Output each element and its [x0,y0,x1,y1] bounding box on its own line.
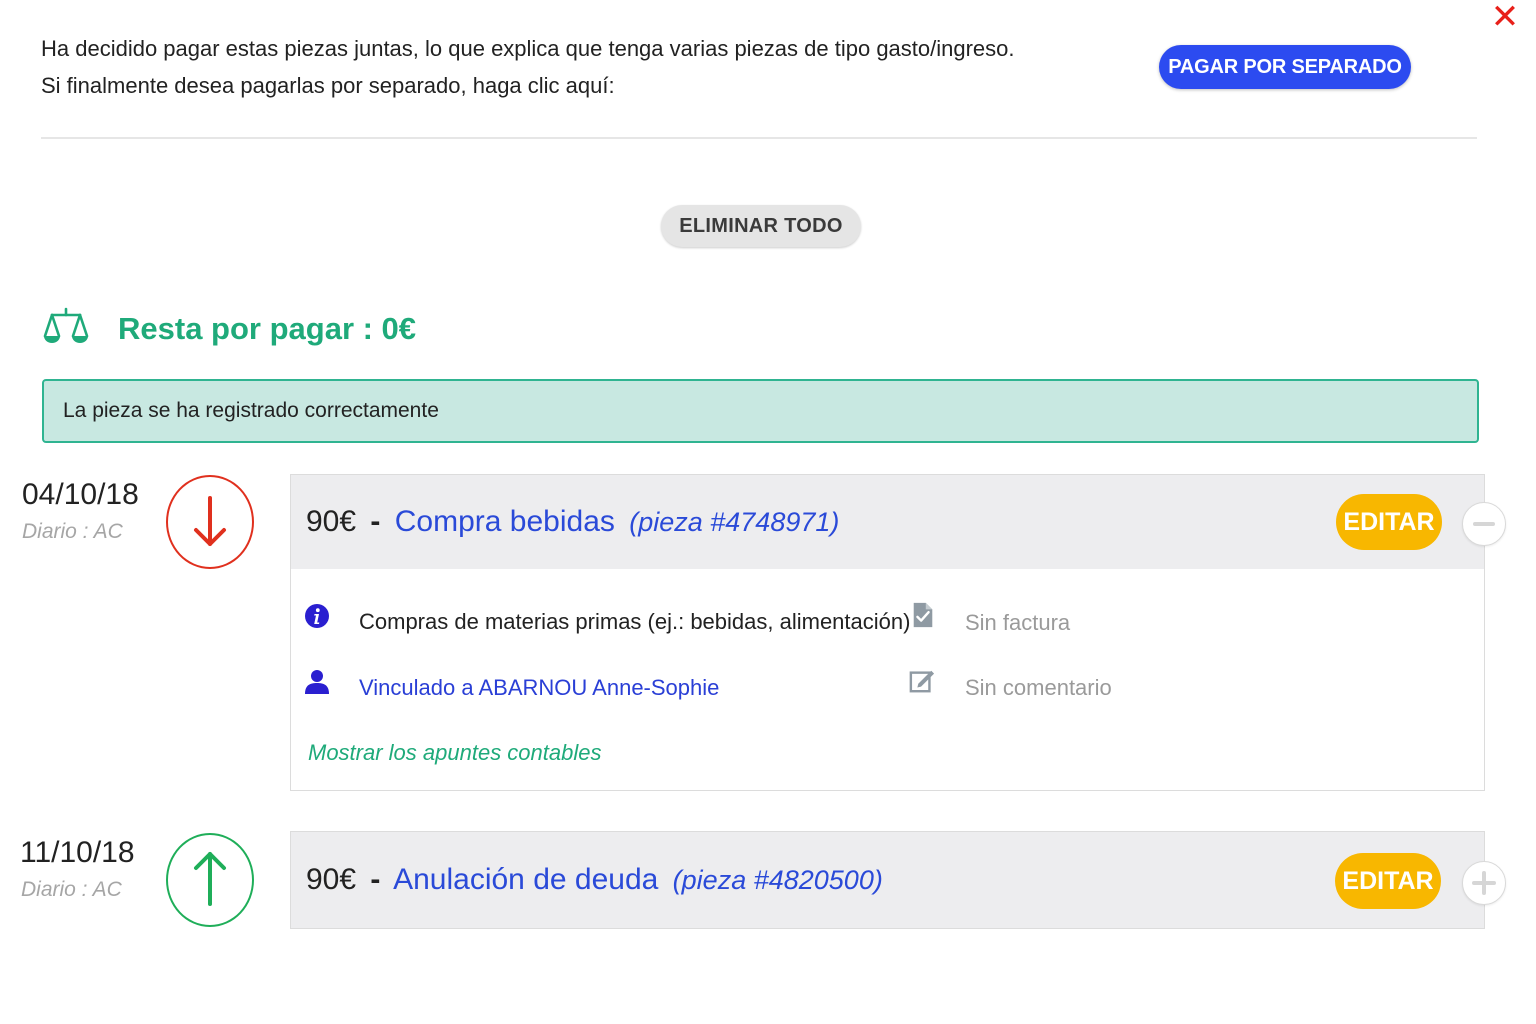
entry-date: 04/10/18 [22,478,139,511]
show-accounting-entries-link[interactable]: Mostrar los apuntes contables [308,740,602,766]
entry-ref[interactable]: (pieza #4820500) [673,865,883,895]
entry-ref[interactable]: (pieza #4748971) [629,507,839,537]
linked-person-link[interactable]: Vinculado a ABARNOU Anne-Sophie [359,675,719,701]
joint-payment-notice: Ha decidido pagar estas piezas juntas, l… [41,30,1121,104]
entry-date: 11/10/18 [20,836,135,869]
arrow-up-icon [194,852,226,906]
arrow-down-icon [194,496,226,546]
close-icon[interactable]: ✕ [1488,0,1522,34]
entry-category: Compras de materias primas (ej.: bebidas… [359,609,911,634]
collapse-button[interactable] [1462,502,1506,546]
direction-indicator [166,833,254,927]
balance-scale-icon [43,307,89,343]
entry-title: 90€ - Compra bebidas (pieza #4748971) [306,505,839,539]
delete-all-button[interactable]: ELIMINAR TODO [661,205,861,247]
entry-title: 90€ - Anulación de deuda (pieza #4820500… [306,863,883,897]
comment-edit-icon [909,670,935,693]
remaining-to-pay: Resta por pagar : 0€ [118,311,417,346]
edit-button[interactable]: EDITAR [1335,853,1441,909]
edit-button[interactable]: EDITAR [1336,494,1442,550]
entry-amount: 90€ [306,863,357,896]
plus-icon [1472,871,1496,895]
entry-journal: Diario : AC [22,520,123,543]
user-icon [305,670,329,694]
invoice-status: Sin factura [965,610,1071,635]
entry-card-header[interactable]: 90€ - Anulación de deuda (pieza #4820500… [290,831,1485,929]
entry-separator: - [370,863,381,896]
entry-label[interactable]: Compra bebidas [395,505,615,538]
info-icon [305,604,329,628]
direction-indicator [166,475,254,569]
entry-amount: 90€ [306,505,357,538]
entry-label[interactable]: Anulación de deuda [393,863,658,896]
entry-journal: Diario : AC [21,878,122,901]
expand-button[interactable] [1462,861,1506,905]
comment-status[interactable]: Sin comentario [965,675,1112,701]
success-alert-text: La pieza se ha registrado correctamente [63,399,439,422]
entry-separator: - [370,505,381,538]
notice-line-2: Si finalmente desea pagarlas por separad… [41,73,615,98]
entry-card-header[interactable]: 90€ - Compra bebidas (pieza #4748971) [290,474,1485,570]
notice-line-1: Ha decidido pagar estas piezas juntas, l… [41,36,1015,61]
invoice-icon [913,602,933,628]
minus-icon [1473,522,1495,526]
divider [41,137,1477,139]
success-alert: La pieza se ha registrado correctamente [42,379,1479,443]
pay-separately-button[interactable]: PAGAR POR SEPARADO [1159,45,1411,89]
